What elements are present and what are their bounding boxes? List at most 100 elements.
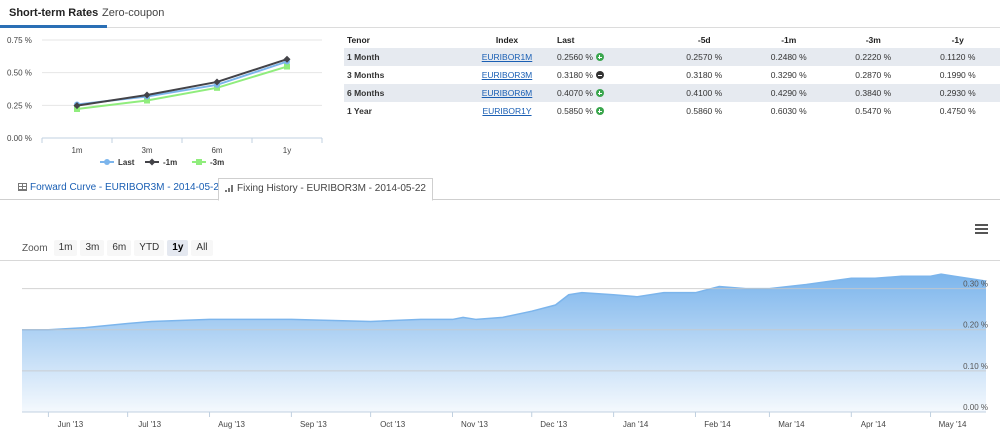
y-tick-label: 0.30 % bbox=[963, 280, 988, 289]
y-tick-label: 0.00 % bbox=[963, 403, 988, 412]
cell-3m: 0.3840 % bbox=[855, 88, 892, 98]
grid-icon bbox=[18, 183, 27, 191]
x-tick-label: Dec '13 bbox=[540, 420, 567, 429]
fixing-history-chart: 0.00 % 0.10 % 0.20 % 0.30 % Jun '13 Jul '13 Au… bbox=[0, 260, 1000, 429]
legend-marker bbox=[196, 159, 202, 165]
cell-5d: 0.2570 % bbox=[686, 52, 723, 62]
index-link[interactable]: EURIBOR1Y bbox=[482, 106, 531, 116]
y-tick-label: 0.00 % bbox=[7, 134, 32, 143]
cell-last: 0.5850 % bbox=[554, 102, 662, 120]
x-tick-label: 3m bbox=[141, 146, 152, 155]
legend-marker bbox=[148, 158, 156, 166]
hamburger-menu-icon[interactable] bbox=[975, 224, 988, 235]
table-row: 1 Month EURIBOR1M 0.2560 % 0.2570 % 0.24… bbox=[344, 48, 1000, 66]
zoom-3m-button[interactable]: 3m bbox=[80, 240, 105, 256]
zoom-1m-button[interactable]: 1m bbox=[53, 240, 78, 256]
header-1m[interactable]: -1m bbox=[747, 31, 832, 48]
last-value: 0.3180 % bbox=[557, 70, 593, 80]
x-tick-label: 1y bbox=[283, 146, 291, 155]
cell-index: EURIBOR6M bbox=[460, 84, 554, 102]
cell-3m: 0.5470 % bbox=[855, 106, 892, 116]
x-tick-label: Aug '13 bbox=[218, 420, 245, 429]
mini-rates-chart: 0.00 % 0.25 % 0.50 % 0.75 % 1m 3m 6m 1y Last -1m -… bbox=[7, 36, 323, 167]
cell-last: 0.2560 % bbox=[554, 48, 662, 66]
legend-item[interactable]: -3m bbox=[192, 158, 224, 167]
last-value: 0.4070 % bbox=[557, 88, 593, 98]
cell-tenor: 1 Month bbox=[347, 52, 380, 62]
y-tick-label: 0.10 % bbox=[963, 362, 988, 371]
x-tick-label: May '14 bbox=[939, 420, 967, 429]
zoom-label: Zoom bbox=[22, 242, 48, 254]
header-tenor[interactable]: Tenor bbox=[344, 31, 460, 48]
cell-1y: 0.2930 % bbox=[939, 88, 976, 98]
cell-1y: 0.1990 % bbox=[939, 70, 976, 80]
cell-index: EURIBOR1M bbox=[460, 48, 554, 66]
series-line-last bbox=[76, 60, 288, 106]
index-link[interactable]: EURIBOR6M bbox=[482, 88, 533, 98]
legend-label: -1m bbox=[163, 158, 177, 167]
cell-index: EURIBOR3M bbox=[460, 66, 554, 84]
index-link[interactable]: EURIBOR3M bbox=[482, 70, 533, 80]
zoom-selector: Zoom 1m 3m 6m YTD 1y All bbox=[22, 240, 216, 256]
cell-tenor: 1 Year bbox=[347, 106, 372, 116]
bar-chart-icon bbox=[225, 184, 234, 192]
cell-index: EURIBOR1Y bbox=[460, 102, 554, 120]
cell-1y: 0.1120 % bbox=[940, 52, 976, 62]
tab-forward-curve[interactable]: Forward Curve - EURIBOR3M - 2014-05-22 bbox=[12, 178, 231, 200]
chart-tab-bar: Forward Curve - EURIBOR3M - 2014-05-22 F… bbox=[0, 178, 1000, 201]
legend-label: Last bbox=[118, 158, 135, 167]
cell-3m: 0.2220 % bbox=[855, 52, 892, 62]
trend-up-icon bbox=[595, 53, 604, 61]
x-tick-label: Sep '13 bbox=[300, 420, 327, 429]
top-tab-bar: Short-term Rates Zero-coupon bbox=[0, 0, 1000, 28]
x-tick-label: Jan '14 bbox=[623, 420, 649, 429]
last-value: 0.5850 % bbox=[557, 106, 593, 116]
table-header-row: Tenor Index Last -5d -1m -3m -1y bbox=[344, 31, 1000, 48]
area-fill bbox=[22, 274, 986, 412]
x-tick-label: Jul '13 bbox=[138, 420, 161, 429]
tab-fixing-history-label: Fixing History - EURIBOR3M - 2014-05-22 bbox=[237, 183, 426, 194]
cell-5d: 0.5860 % bbox=[686, 106, 723, 116]
cell-1m: 0.4290 % bbox=[770, 88, 807, 98]
index-link[interactable]: EURIBOR1M bbox=[482, 52, 533, 62]
trend-flat-icon bbox=[595, 71, 604, 79]
legend-item[interactable]: -1m bbox=[145, 158, 177, 167]
y-tick-label: 0.50 % bbox=[7, 69, 32, 78]
y-tick-label: 0.20 % bbox=[963, 321, 988, 330]
zoom-all-button[interactable]: All bbox=[191, 240, 213, 256]
cell-tenor: 3 Months bbox=[347, 70, 385, 80]
legend-item[interactable]: Last bbox=[100, 158, 135, 167]
x-tick-label: Apr '14 bbox=[861, 420, 887, 429]
cell-tenor: 6 Months bbox=[347, 88, 385, 98]
x-tick-label: 1m bbox=[71, 146, 82, 155]
cell-5d: 0.3180 % bbox=[686, 70, 723, 80]
header-1y[interactable]: -1y bbox=[916, 31, 1000, 48]
tab-fixing-history[interactable]: Fixing History - EURIBOR3M - 2014-05-22 bbox=[218, 178, 433, 201]
cell-1m: 0.6030 % bbox=[770, 106, 807, 116]
zoom-ytd-button[interactable]: YTD bbox=[134, 240, 165, 256]
header-3m[interactable]: -3m bbox=[831, 31, 916, 48]
cell-1m: 0.3290 % bbox=[770, 70, 807, 80]
x-tick-label: Feb '14 bbox=[704, 420, 731, 429]
table-row: 3 Months EURIBOR3M 0.3180 % 0.3180 % 0.3… bbox=[344, 66, 1000, 84]
y-tick-label: 0.75 % bbox=[7, 36, 32, 45]
x-tick-label: Jun '13 bbox=[58, 420, 84, 429]
x-tick-label: Mar '14 bbox=[778, 420, 805, 429]
header-5d[interactable]: -5d bbox=[662, 31, 747, 48]
tab-zero-coupon[interactable]: Zero-coupon bbox=[93, 0, 173, 28]
header-last[interactable]: Last bbox=[554, 31, 662, 48]
x-tick-label: Nov '13 bbox=[461, 420, 488, 429]
x-tick-label: Oct '13 bbox=[380, 420, 406, 429]
series-line-1m bbox=[76, 58, 288, 107]
x-tick-label: 6m bbox=[211, 146, 222, 155]
cell-1y: 0.4750 % bbox=[939, 106, 976, 116]
header-index[interactable]: Index bbox=[460, 31, 554, 48]
tab-short-term-rates[interactable]: Short-term Rates bbox=[0, 0, 108, 28]
zoom-6m-button[interactable]: 6m bbox=[107, 240, 132, 256]
trend-up-icon bbox=[595, 107, 604, 115]
legend-marker bbox=[104, 159, 110, 165]
zoom-1y-button[interactable]: 1y bbox=[167, 240, 189, 256]
table-row: 1 Year EURIBOR1Y 0.5850 % 0.5860 % 0.603… bbox=[344, 102, 1000, 120]
last-value: 0.2560 % bbox=[557, 52, 593, 62]
rates-table: Tenor Index Last -5d -1m -3m -1y 1 Month… bbox=[344, 31, 1000, 120]
